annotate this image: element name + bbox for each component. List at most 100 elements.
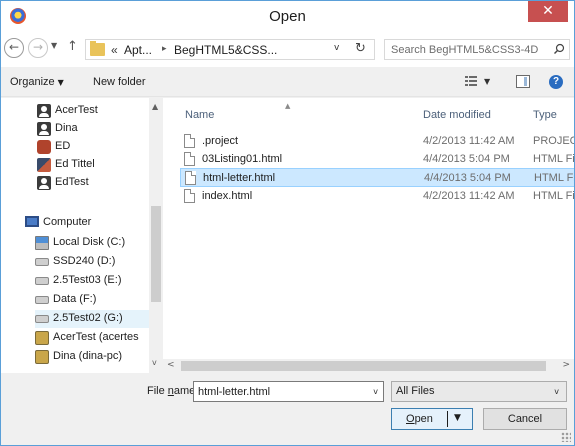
file-name-combobox[interactable]: v [193, 381, 384, 402]
user-icon [37, 176, 51, 190]
nav-item-data-f[interactable]: Data (F:) [35, 291, 153, 309]
nav-item-2-5test03-e[interactable]: 2.5Test03 (E:) [35, 272, 153, 290]
file-row-03listing01[interactable]: 03Listing01.html 4/4/2013 5:04 PM HTML F… [180, 150, 574, 169]
nav-item-label: ED [55, 140, 71, 152]
search-icon[interactable] [553, 43, 565, 55]
file-name: index.html [202, 190, 253, 202]
address-row: ← → ▼ ↑ « Apt... ▸ BegHTML5&CSS... v ↻ [1, 31, 574, 67]
navigation-pane: AcerTest Dina ED Ed Tittel EdTest Comput… [1, 98, 163, 373]
file-name: html-letter.html [203, 172, 276, 184]
drive-icon [35, 296, 49, 304]
nav-item-dina-network[interactable]: Dina (dina-pc) [35, 348, 153, 366]
column-header-date-modified[interactable]: Date modified [423, 109, 491, 121]
forward-button[interactable]: → [28, 38, 48, 58]
split-divider [447, 411, 448, 427]
search-box[interactable] [384, 39, 570, 60]
breadcrumb-overflow[interactable]: « [111, 43, 118, 57]
scrollbar-thumb[interactable] [151, 206, 161, 302]
close-button[interactable]: ✕ [528, 1, 568, 22]
file-icon [184, 152, 195, 166]
file-type-filter-select[interactable]: All Files v [391, 381, 567, 402]
nav-item-ed-tittel[interactable]: Ed Tittel [37, 156, 155, 174]
refresh-icon[interactable]: ↻ [355, 41, 366, 56]
recent-locations-chevron-icon[interactable]: ▼ [51, 41, 57, 50]
navigation-scrollbar[interactable]: ▲ v [149, 98, 163, 373]
folder-icon [90, 41, 105, 56]
open-button[interactable]: Open ▼ [391, 408, 473, 430]
nav-item-acertest[interactable]: AcerTest [37, 102, 155, 120]
file-row-project[interactable]: .project 4/2/2013 11:42 AM PROJECT [180, 132, 574, 151]
address-bar[interactable]: « Apt... ▸ BegHTML5&CSS... v ↻ [85, 39, 375, 60]
open-button-label: Open [406, 413, 433, 425]
file-name-label: File name: [147, 385, 199, 397]
nav-item-local-disk-c[interactable]: Local Disk (C:) [35, 234, 153, 252]
up-level-button[interactable]: ↑ [67, 39, 78, 54]
cancel-button[interactable]: Cancel [483, 408, 567, 430]
content-area: AcerTest Dina ED Ed Tittel EdTest Comput… [1, 98, 574, 373]
preview-pane-icon[interactable] [516, 75, 530, 88]
nav-item-acertest-network[interactable]: AcerTest (acertes [35, 329, 153, 347]
nav-item-label: Ed Tittel [55, 158, 95, 170]
scroll-left-icon[interactable]: < [167, 360, 175, 370]
nav-item-dina[interactable]: Dina [37, 120, 155, 138]
nav-item-label: Dina [55, 122, 78, 134]
breadcrumb-beghtml5[interactable]: BegHTML5&CSS... [174, 43, 277, 57]
help-icon[interactable]: ? [549, 75, 563, 89]
file-row-index[interactable]: index.html 4/2/2013 11:42 AM HTML Fil [180, 187, 574, 206]
windows-drive-icon [35, 236, 49, 250]
search-input[interactable] [391, 42, 551, 57]
file-date: 4/2/2013 11:42 AM [423, 135, 515, 147]
breadcrumb-apt[interactable]: Apt... [124, 43, 152, 57]
column-header-type[interactable]: Type [533, 109, 557, 121]
file-row-html-letter[interactable]: html-letter.html 4/4/2013 5:04 PM HTML F… [180, 168, 574, 187]
sort-ascending-icon: ▲ [285, 102, 291, 110]
drive-icon [35, 258, 49, 266]
view-options-icon[interactable] [465, 76, 477, 87]
network-drive-icon [35, 350, 49, 364]
breadcrumb-separator-icon[interactable]: ▸ [162, 44, 167, 54]
nav-item-ed[interactable]: ED [37, 138, 155, 156]
file-date: 4/4/2013 5:04 PM [424, 172, 511, 184]
nav-item-label: 2.5Test02 (G:) [53, 312, 123, 324]
user-photo-icon [37, 158, 51, 172]
nav-item-ssd240-d[interactable]: SSD240 (D:) [35, 253, 153, 271]
scroll-right-icon[interactable]: > [562, 360, 570, 370]
nav-item-label: Dina (dina-pc) [53, 350, 123, 362]
nav-item-2-5test02-g[interactable]: 2.5Test02 (G:) [35, 310, 153, 328]
nav-item-label: EdTest [55, 176, 89, 188]
nav-item-edtest[interactable]: EdTest [37, 174, 155, 192]
file-name: 03Listing01.html [202, 153, 283, 165]
file-type-filter-value: All Files [396, 385, 435, 397]
nav-item-label: SSD240 (D:) [53, 255, 116, 267]
nav-item-label: Data (F:) [53, 293, 97, 305]
column-header-name[interactable]: Name [185, 109, 214, 121]
file-type: PROJECT [533, 135, 574, 147]
user-icon [37, 122, 51, 136]
open-dropdown-icon[interactable]: ▼ [454, 413, 461, 423]
organize-menu[interactable]: Organize ▼ [10, 76, 64, 88]
scroll-up-icon[interactable]: ▲ [152, 102, 158, 111]
file-date: 4/2/2013 11:42 AM [423, 190, 515, 202]
file-list-pane: Name ▲ Date modified Type .project 4/2/2… [163, 98, 574, 373]
scrollbar-thumb[interactable] [181, 361, 546, 371]
computer-icon [25, 216, 39, 227]
file-name-input[interactable] [198, 385, 358, 399]
file-type: HTML Fil [533, 190, 574, 202]
nav-item-label: 2.5Test03 (E:) [53, 274, 122, 286]
resize-grip-icon[interactable] [561, 432, 571, 442]
address-dropdown-icon[interactable]: v [334, 43, 339, 53]
chevron-down-icon[interactable]: v [373, 387, 378, 396]
nav-item-label: AcerTest (acertes [53, 331, 139, 343]
file-name: .project [202, 135, 239, 147]
new-folder-button[interactable]: New folder [93, 76, 146, 88]
nav-item-label: AcerTest [55, 104, 98, 116]
nav-item-computer[interactable]: Computer [25, 214, 143, 232]
open-dialog: Open ✕ ← → ▼ ↑ « Apt... ▸ BegHTML5&CSS..… [0, 0, 575, 446]
column-header-label: Name [185, 109, 215, 121]
scroll-down-icon[interactable]: v [152, 358, 157, 367]
view-chevron-down-icon[interactable]: ▼ [484, 77, 490, 86]
horizontal-scrollbar[interactable]: < > [163, 359, 574, 373]
command-toolbar: Organize ▼ New folder ▼ ? [1, 67, 574, 97]
organize-label: Organize [10, 76, 55, 88]
back-button[interactable]: ← [4, 38, 24, 58]
